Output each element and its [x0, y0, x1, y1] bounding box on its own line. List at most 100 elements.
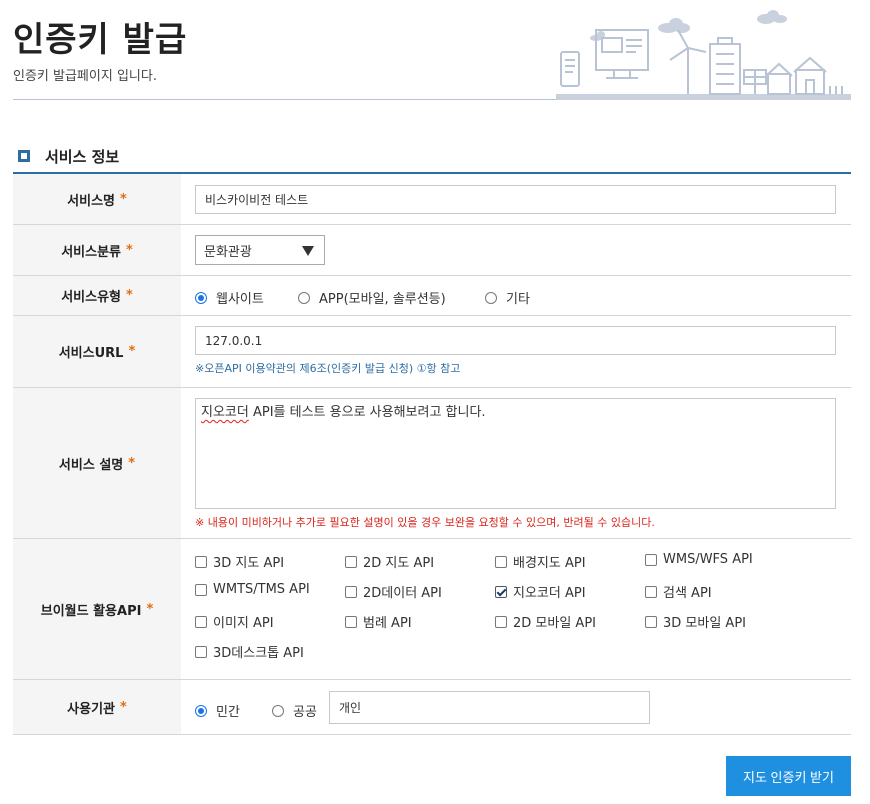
row-service-category: 서비스분류 * 문화관광: [13, 225, 851, 276]
service-desc-textarea[interactable]: 지오코더 API를 테스트 용으로 사용해보려고 합니다.: [195, 398, 836, 509]
service-url-label: 서비스URL *: [13, 316, 181, 387]
checkbox-label: 3D데스크톱 API: [213, 646, 304, 661]
checkbox-3d-map-api[interactable]: 3D 지도 API: [195, 552, 284, 571]
radio-label: 웹사이트: [216, 292, 264, 307]
radio-etc[interactable]: 기타: [485, 288, 530, 307]
checkbox-icon[interactable]: [645, 585, 657, 598]
row-org: 사용기관 * 민간 공공 개인: [13, 680, 851, 735]
label-text: 서비스유형: [61, 290, 121, 305]
checkbox-wmts-tms-api[interactable]: WMTS/TMS API: [195, 582, 310, 597]
checkbox-label: 3D 모바일 API: [663, 616, 746, 631]
radio-label: 공공: [293, 705, 317, 720]
label-text: 브이월드 활용API: [40, 603, 142, 619]
checkbox-label: 배경지도 API: [513, 556, 586, 571]
service-name-cell: 비스카이비전 테스트: [181, 174, 851, 224]
radio-private[interactable]: 민간: [195, 701, 240, 720]
checkbox-icon[interactable]: [495, 555, 507, 568]
checkbox-label: 2D 지도 API: [363, 556, 435, 571]
radio-website[interactable]: 웹사이트: [195, 288, 264, 307]
checkbox-icon[interactable]: [195, 555, 207, 568]
checkbox-label: WMTS/TMS API: [213, 582, 310, 597]
service-url-note: ※오픈API 이용약관의 제6조(인증키 발급 신청) ①항 참고: [195, 362, 461, 375]
page-subtitle: 인증키 발급페이지 입니다.: [13, 69, 157, 84]
checkbox-legend-api[interactable]: 범례 API: [345, 612, 412, 631]
radio-icon[interactable]: [272, 704, 284, 717]
select-value: 문화관광: [204, 244, 252, 260]
service-url-cell: 127.0.0.1 ※오픈API 이용약관의 제6조(인증키 발급 신청) ①항…: [181, 316, 851, 387]
service-desc-label: 서비스 설명 *: [13, 388, 181, 538]
section-title: 서비스 정보: [13, 144, 851, 174]
row-service-type: 서비스유형 * 웹사이트 APP(모바일, 솔루션등) 기타: [13, 276, 851, 316]
required-mark: *: [120, 699, 127, 715]
service-url-input[interactable]: 127.0.0.1: [195, 326, 836, 355]
api-label: 브이월드 활용API *: [13, 539, 181, 679]
checkbox-icon[interactable]: [645, 553, 657, 566]
row-service-name: 서비스명 * 비스카이비전 테스트: [13, 174, 851, 225]
checkbox-icon[interactable]: [195, 583, 207, 596]
checkbox-icon[interactable]: [495, 615, 507, 628]
get-api-key-button[interactable]: 지도 인증키 받기: [726, 756, 851, 796]
checkbox-wms-wfs-api[interactable]: WMS/WFS API: [645, 552, 753, 567]
spellcheck-word: 지오코더: [201, 405, 249, 420]
service-desc-cell: 지오코더 API를 테스트 용으로 사용해보려고 합니다. ※ 내용이 미비하거…: [181, 388, 851, 538]
checkbox-basemap-api[interactable]: 배경지도 API: [495, 552, 586, 571]
dropdown-arrow-icon: [302, 246, 314, 256]
service-name-input[interactable]: 비스카이비전 테스트: [195, 185, 836, 214]
square-bullet-icon: [18, 150, 30, 162]
checkbox-2d-map-api[interactable]: 2D 지도 API: [345, 552, 434, 571]
service-category-label: 서비스분류 *: [13, 225, 181, 275]
radio-public[interactable]: 공공: [272, 701, 317, 720]
required-mark: *: [126, 242, 133, 258]
checkbox-label: 지오코더 API: [513, 586, 586, 601]
checkbox-label: 이미지 API: [213, 616, 274, 631]
required-mark: *: [128, 344, 136, 359]
city-illustration-icon: [556, 10, 851, 100]
checkbox-icon[interactable]: [195, 645, 207, 658]
checkbox-3d-mobile-api[interactable]: 3D 모바일 API: [645, 612, 746, 631]
label-text: 서비스분류: [61, 244, 121, 260]
radio-label: APP(모바일, 솔루션등): [319, 292, 446, 307]
org-cell: 민간 공공 개인: [181, 680, 851, 734]
checkbox-icon[interactable]: [345, 555, 357, 568]
service-name-label: 서비스명 *: [13, 174, 181, 224]
desc-text: API를 테스트 용으로 사용해보려고 합니다.: [248, 405, 486, 420]
checkbox-label: 3D 지도 API: [213, 556, 285, 571]
api-cell: 3D 지도 API 2D 지도 API 배경지도 API WMS/WFS API…: [181, 539, 851, 679]
section-title-text: 서비스 정보: [45, 148, 120, 166]
service-desc-note: ※ 내용이 미비하거나 추가로 필요한 설명이 있을 경우 보완을 요청할 수 …: [195, 516, 655, 529]
service-type-label: 서비스유형 *: [13, 276, 181, 315]
required-mark: *: [146, 601, 154, 617]
radio-icon[interactable]: [298, 291, 310, 304]
radio-icon[interactable]: [485, 291, 497, 304]
checkbox-image-api[interactable]: 이미지 API: [195, 612, 274, 631]
checkbox-label: WMS/WFS API: [663, 552, 753, 567]
checkbox-icon[interactable]: [345, 615, 357, 628]
checkbox-3d-desktop-api[interactable]: 3D데스크톱 API: [195, 642, 304, 661]
row-api: 브이월드 활용API * 3D 지도 API 2D 지도 API 배경지도 API…: [13, 539, 851, 680]
checkbox-geocoder-api[interactable]: 지오코더 API: [495, 582, 586, 601]
required-mark: *: [128, 455, 136, 471]
radio-label: 민간: [216, 705, 240, 720]
label-text: 서비스 설명: [58, 457, 124, 473]
radio-app[interactable]: APP(모바일, 솔루션등): [298, 288, 446, 307]
checkbox-search-api[interactable]: 검색 API: [645, 582, 712, 601]
checkbox-icon[interactable]: [645, 615, 657, 628]
required-mark: *: [120, 191, 127, 207]
label-text: 사용기관: [67, 701, 116, 717]
checkbox-icon[interactable]: [345, 585, 357, 598]
checkbox-2d-data-api[interactable]: 2D데이터 API: [345, 582, 442, 601]
radio-icon[interactable]: [195, 704, 207, 717]
checkbox-checked-icon[interactable]: [495, 585, 507, 598]
org-name-input[interactable]: 개인: [329, 691, 650, 724]
checkbox-label: 2D 모바일 API: [513, 616, 596, 631]
service-category-cell: 문화관광: [181, 225, 851, 275]
checkbox-label: 범례 API: [363, 616, 412, 631]
radio-label: 기타: [506, 292, 530, 307]
service-category-select[interactable]: 문화관광: [195, 235, 325, 265]
checkbox-2d-mobile-api[interactable]: 2D 모바일 API: [495, 612, 596, 631]
radio-icon[interactable]: [195, 291, 207, 304]
row-service-desc: 서비스 설명 * 지오코더 API를 테스트 용으로 사용해보려고 합니다. ※ …: [13, 388, 851, 539]
checkbox-icon[interactable]: [195, 615, 207, 628]
page-title: 인증키 발급: [13, 20, 188, 60]
required-mark: *: [126, 288, 133, 303]
